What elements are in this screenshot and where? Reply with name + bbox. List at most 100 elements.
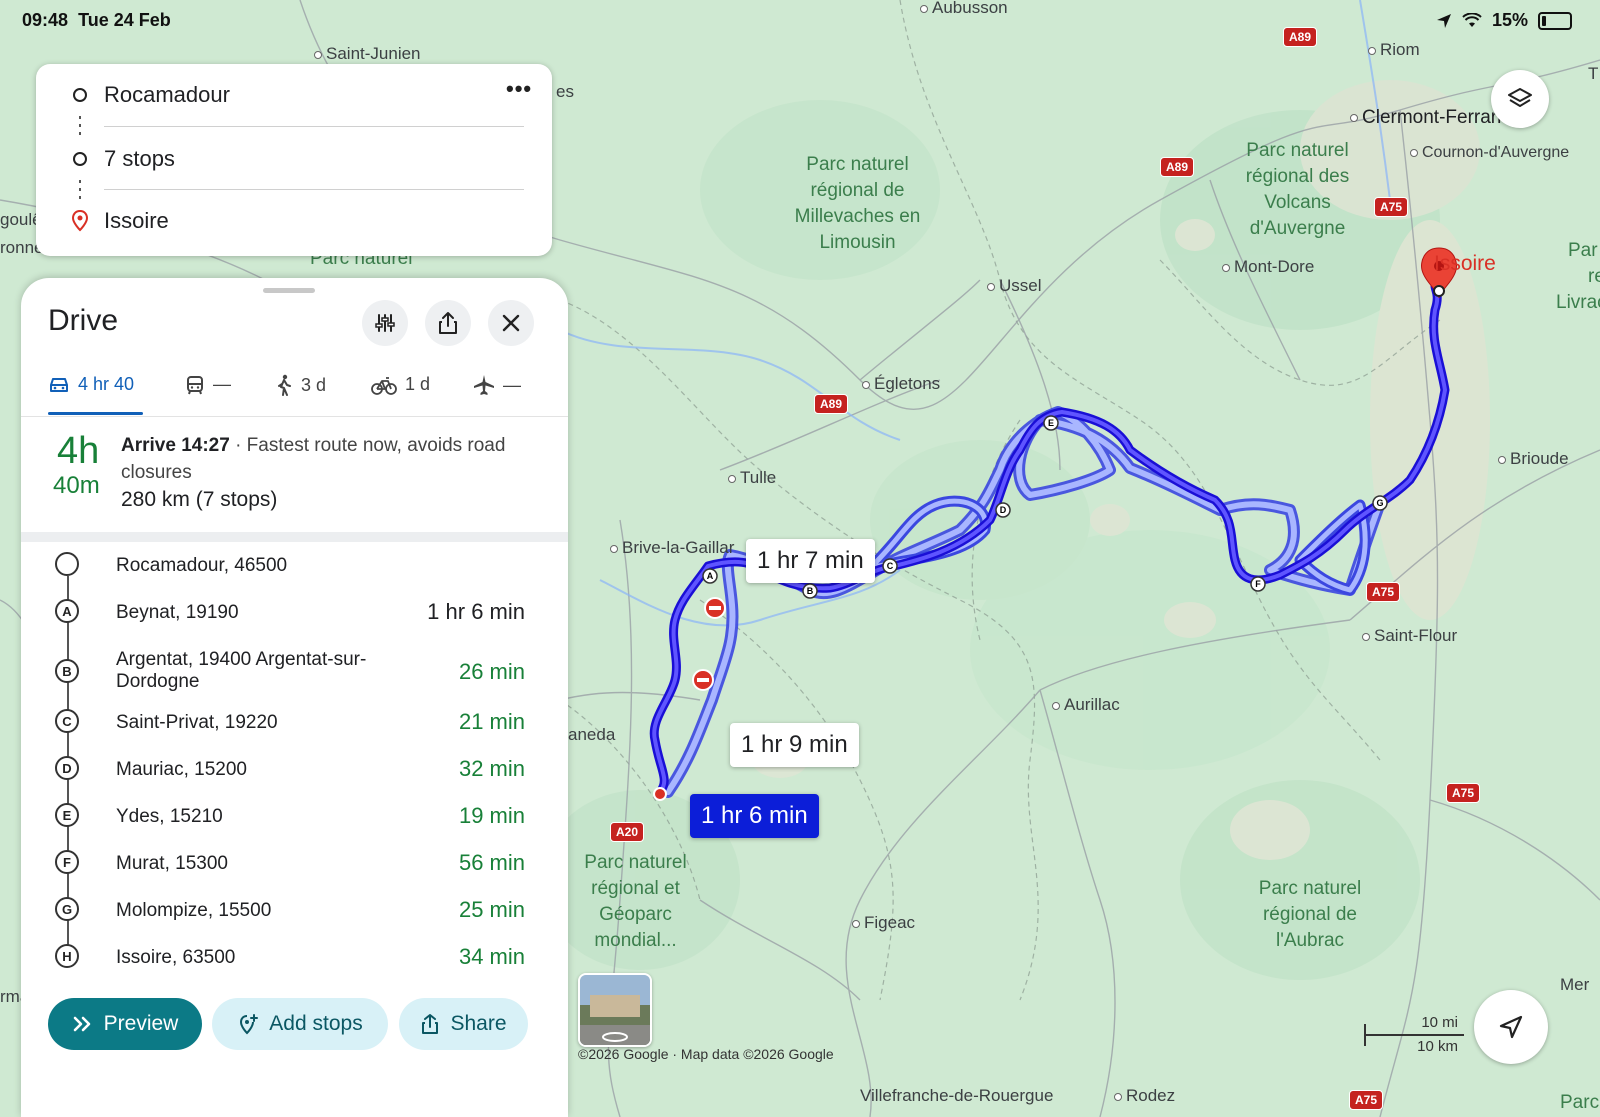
- edge-label: Parc n: [1560, 1092, 1600, 1113]
- panel-title: Drive: [48, 304, 119, 337]
- list-item[interactable]: A Beynat, 19190 1 hr 6 min: [21, 595, 568, 639]
- tab-drive[interactable]: 4 hr 40: [48, 374, 134, 395]
- scale-mi: 10 mi: [1421, 1014, 1458, 1031]
- town-label: Égletons: [862, 374, 940, 394]
- route-summary-card[interactable]: Rocamadour 7 stops Issoire •••: [36, 64, 552, 256]
- park-label: Parc naturel régional et Géoparc mondial…: [584, 852, 687, 951]
- stop-marker-icon: D: [55, 756, 79, 780]
- my-location-button[interactable]: [1474, 990, 1548, 1064]
- route-stops-row[interactable]: 7 stops: [36, 140, 552, 180]
- stop-name: Mauriac, 15200: [116, 759, 247, 780]
- close-button[interactable]: [488, 300, 534, 346]
- battery-icon: [1538, 11, 1572, 30]
- svg-text:F: F: [1255, 579, 1261, 589]
- share-icon: [439, 312, 457, 334]
- duration-hours: 4h: [57, 430, 100, 472]
- route-distance: 280 km (7 stops): [121, 488, 278, 511]
- preview-button[interactable]: Preview: [48, 998, 202, 1050]
- destination-label: Issoire: [1434, 252, 1496, 275]
- road-shield: A75: [1366, 582, 1401, 602]
- close-icon: [502, 314, 520, 332]
- active-tab-indicator: [48, 412, 143, 415]
- add-stops-button[interactable]: Add stops: [212, 998, 388, 1050]
- selected-route-time-callout[interactable]: 1 hr 6 min: [690, 794, 819, 838]
- route-time-callout[interactable]: 1 hr 9 min: [730, 723, 859, 767]
- tab-transit[interactable]: —: [185, 374, 231, 395]
- stop-time: 26 min: [458, 659, 525, 684]
- directions-panel[interactable]: Drive 4 hr 40 — 3 d 1 d — 4h 40m Arrive …: [21, 278, 568, 1117]
- town-label: Aurillac: [1052, 695, 1120, 715]
- tab-walk[interactable]: 3 d: [275, 374, 326, 396]
- duration-minutes: 40m: [53, 472, 100, 499]
- route-destination: Issoire: [104, 208, 169, 233]
- route-time-callout[interactable]: 1 hr 7 min: [746, 539, 875, 583]
- route-stops: 7 stops: [104, 146, 175, 171]
- list-item[interactable]: Rocamadour, 46500: [21, 548, 568, 592]
- road-shield: A75: [1349, 1090, 1384, 1110]
- list-item[interactable]: G Molompize, 15500 25 min: [21, 893, 568, 937]
- list-item[interactable]: B Argentat, 19400 Argentat-sur-Dordogne …: [21, 642, 568, 702]
- travel-mode-tabs: 4 hr 40 — 3 d 1 d —: [21, 366, 568, 417]
- section-divider: [21, 532, 568, 542]
- route-options-button[interactable]: [362, 300, 408, 346]
- wifi-icon: [1462, 12, 1482, 27]
- road-shield: A75: [1374, 197, 1409, 217]
- road-shield: A20: [610, 822, 645, 842]
- route-origin-row[interactable]: Rocamadour: [36, 76, 552, 116]
- stop-time: 19 min: [458, 803, 525, 828]
- divider: [104, 189, 524, 190]
- bike-icon: [371, 376, 397, 395]
- stop-marker-icon: H: [55, 944, 79, 968]
- drag-handle[interactable]: [263, 288, 315, 293]
- road-shield: A89: [1160, 157, 1195, 177]
- route-destination-row[interactable]: Issoire: [36, 202, 552, 242]
- layers-icon: [1508, 88, 1532, 107]
- origin-circle-icon: [73, 88, 87, 102]
- share-route-button[interactable]: [425, 300, 471, 346]
- edge-label: Livrac: [1556, 292, 1600, 313]
- route-summary[interactable]: 4h 40m Arrive 14:27 · Fastest route now,…: [21, 418, 568, 530]
- share-label: Share: [450, 1012, 507, 1035]
- stop-time: 32 min: [458, 756, 525, 781]
- edge-label: T: [1588, 64, 1599, 83]
- share-button[interactable]: Share: [399, 998, 528, 1050]
- edge-label: Par: [1568, 240, 1598, 261]
- status-time: 09:48: [22, 10, 69, 30]
- town-label: Figeac: [852, 913, 915, 933]
- town-label: Tulle: [728, 468, 776, 488]
- list-item[interactable]: C Saint-Privat, 19220 21 min: [21, 705, 568, 749]
- map-scale: 10 mi 10 km: [1364, 1014, 1464, 1060]
- route-origin: Rocamadour: [104, 82, 230, 107]
- origin-marker[interactable]: [653, 787, 667, 801]
- list-item[interactable]: F Murat, 15300 56 min: [21, 846, 568, 890]
- street-view-image: [580, 975, 650, 1045]
- tab-label: —: [213, 374, 231, 394]
- road-closure-icon[interactable]: [692, 669, 714, 691]
- park-label: Parc naturel régional de Millevaches en …: [794, 154, 921, 253]
- list-item[interactable]: D Mauriac, 15200 32 min: [21, 752, 568, 796]
- road-closure-icon[interactable]: [704, 597, 726, 619]
- town-label: Villefranche-de-Rouergue: [860, 1086, 1054, 1105]
- edge-label: aneda: [568, 725, 616, 744]
- layers-button[interactable]: [1491, 70, 1549, 128]
- stop-name: Issoire, 63500: [116, 947, 236, 968]
- add-stops-label: Add stops: [269, 1012, 363, 1035]
- waypoint-c: C: [882, 558, 898, 574]
- tab-bike[interactable]: 1 d: [371, 374, 430, 395]
- status-date: Tue 24 Feb: [78, 10, 171, 30]
- list-item[interactable]: E Ydes, 15210 19 min: [21, 799, 568, 843]
- svg-text:D: D: [1000, 505, 1007, 515]
- status-bar: 09:48 Tue 24 Feb 15%: [0, 0, 1600, 42]
- more-options-button[interactable]: •••: [506, 76, 532, 102]
- town-label: Cournon-d'Auvergne: [1410, 144, 1569, 162]
- edge-label: Mer: [1560, 975, 1590, 994]
- waypoint-e: E: [1043, 415, 1059, 431]
- street-view-thumbnail[interactable]: [578, 973, 652, 1047]
- stop-time: 21 min: [458, 709, 525, 734]
- stop-marker-icon: G: [55, 897, 79, 921]
- stop-marker-icon: A: [55, 599, 79, 623]
- tab-flight[interactable]: —: [473, 374, 521, 396]
- add-location-icon: [240, 1014, 259, 1035]
- list-item[interactable]: H Issoire, 63500 34 min: [21, 940, 568, 984]
- svg-text:E: E: [1048, 418, 1054, 428]
